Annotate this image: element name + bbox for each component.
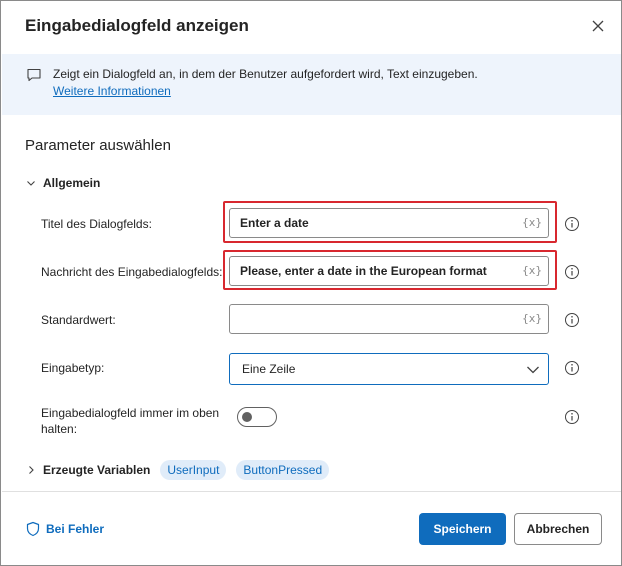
default-value-field[interactable]: {x} <box>229 304 549 334</box>
info-icon[interactable] <box>564 216 580 232</box>
variable-chip-buttonpressed[interactable]: ButtonPressed <box>236 460 330 480</box>
keep-on-top-toggle[interactable] <box>237 407 277 427</box>
variable-icon[interactable]: {x} <box>522 216 542 229</box>
shield-icon <box>26 521 40 537</box>
keep-on-top-label: Eingabedialogfeld immer im oben halten: <box>41 405 219 437</box>
footer-divider <box>2 491 621 492</box>
close-button[interactable] <box>587 15 609 37</box>
variable-icon[interactable]: {x} <box>522 264 542 277</box>
toggle-knob <box>242 412 252 422</box>
title-field-value: Enter a date <box>240 216 309 230</box>
input-type-select[interactable]: Eine Zeile <box>229 353 549 385</box>
default-field-label: Standardwert: <box>41 313 116 327</box>
more-info-link[interactable]: Weitere Informationen <box>53 84 171 98</box>
info-icon[interactable] <box>564 312 580 328</box>
close-icon <box>592 20 604 32</box>
group-general-toggle[interactable]: Allgemein <box>25 176 100 190</box>
keep-on-top-label-line2: halten: <box>41 422 78 436</box>
chevron-down-icon <box>527 366 539 374</box>
message-field[interactable]: Please, enter a date in the European for… <box>229 256 549 286</box>
chevron-right-icon[interactable] <box>25 464 37 476</box>
keep-on-top-label-line1: Eingabedialogfeld immer im oben <box>41 406 220 420</box>
dialog: Eingabedialogfeld anzeigen Zeigt ein Dia… <box>0 0 622 566</box>
dialog-title: Eingabedialogfeld anzeigen <box>25 16 249 35</box>
info-banner: Zeigt ein Dialogfeld an, in dem der Benu… <box>2 54 621 115</box>
section-title: Parameter auswählen <box>25 137 171 154</box>
produced-variables-row: Erzeugte Variablen UserInput ButtonPress… <box>25 459 339 481</box>
input-type-value: Eine Zeile <box>242 362 296 376</box>
message-field-value: Please, enter a date in the European for… <box>240 264 487 278</box>
save-button[interactable]: Speichern <box>419 513 506 545</box>
group-label: Allgemein <box>43 176 101 190</box>
cancel-button[interactable]: Abbrechen <box>514 513 602 545</box>
on-error-label: Bei Fehler <box>46 522 105 536</box>
variable-chip-userinput[interactable]: UserInput <box>160 460 227 480</box>
input-type-label: Eingabetyp: <box>41 361 105 375</box>
chevron-down-icon <box>27 181 35 186</box>
variable-icon[interactable]: {x} <box>522 312 542 325</box>
info-icon[interactable] <box>564 264 580 280</box>
banner-description: Zeigt ein Dialogfeld an, in dem der Benu… <box>53 67 478 81</box>
message-icon <box>27 68 41 82</box>
title-field[interactable]: Enter a date {x} <box>229 208 549 238</box>
info-icon[interactable] <box>564 360 580 376</box>
title-field-label: Titel des Dialogfelds: <box>41 217 152 231</box>
message-field-label: Nachricht des Eingabedialogfelds: <box>41 265 223 279</box>
on-error-button[interactable]: Bei Fehler <box>25 521 104 537</box>
info-icon[interactable] <box>564 409 580 425</box>
produced-variables-label[interactable]: Erzeugte Variablen <box>43 463 150 477</box>
